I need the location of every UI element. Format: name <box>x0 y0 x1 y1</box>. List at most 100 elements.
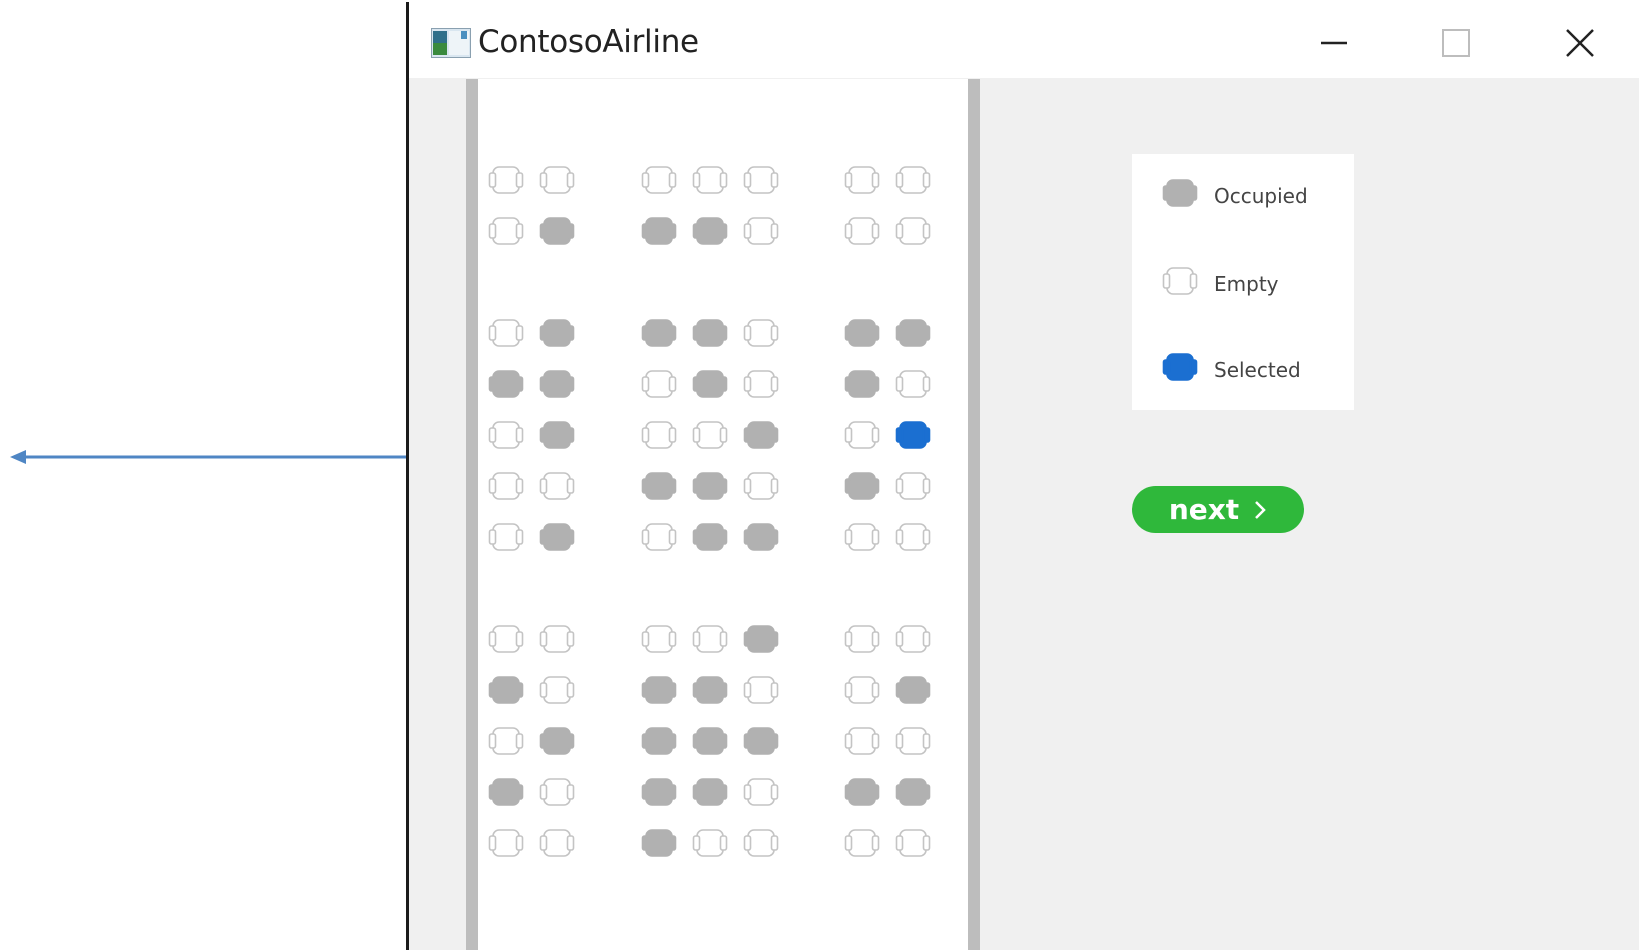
maximize-button[interactable] <box>1426 18 1486 68</box>
seat-empty[interactable] <box>539 471 575 501</box>
seat-occupied[interactable] <box>692 318 728 348</box>
seat-empty[interactable] <box>844 675 880 705</box>
seat-occupied[interactable] <box>641 675 677 705</box>
seat-occupied[interactable] <box>488 675 524 705</box>
seat-occupied[interactable] <box>488 777 524 807</box>
seat-empty[interactable] <box>692 624 728 654</box>
seat-occupied[interactable] <box>895 675 931 705</box>
seat-occupied[interactable] <box>692 216 728 246</box>
seat-empty[interactable] <box>743 828 779 858</box>
seat-empty[interactable] <box>539 624 575 654</box>
seat-occupied[interactable] <box>692 471 728 501</box>
legend-item-empty: Empty <box>1162 266 1279 301</box>
seat-occupied[interactable] <box>895 777 931 807</box>
seat-empty[interactable] <box>895 216 931 246</box>
seat-occupied[interactable] <box>743 420 779 450</box>
seat-occupied[interactable] <box>743 522 779 552</box>
seat-occupied[interactable] <box>539 216 575 246</box>
seat-empty[interactable] <box>488 420 524 450</box>
seat-occupied[interactable] <box>641 318 677 348</box>
seat-empty[interactable] <box>539 777 575 807</box>
seat-empty[interactable] <box>488 624 524 654</box>
seat-empty[interactable] <box>743 216 779 246</box>
seat-empty[interactable] <box>844 624 880 654</box>
seat-empty[interactable] <box>743 369 779 399</box>
seat-empty[interactable] <box>743 165 779 195</box>
seat-empty[interactable] <box>641 624 677 654</box>
seat-occupied[interactable] <box>692 675 728 705</box>
seat-empty[interactable] <box>844 522 880 552</box>
seat-empty[interactable] <box>641 420 677 450</box>
seat-occupied[interactable] <box>844 471 880 501</box>
close-button[interactable] <box>1550 18 1610 68</box>
seat-empty[interactable] <box>488 471 524 501</box>
seat-empty[interactable] <box>844 216 880 246</box>
seat-occupied[interactable] <box>692 369 728 399</box>
seat-empty[interactable] <box>641 369 677 399</box>
seat-empty[interactable] <box>844 165 880 195</box>
seat-empty[interactable] <box>488 318 524 348</box>
selected-seat-icon <box>1162 352 1198 387</box>
legend-label-empty: Empty <box>1214 271 1279 296</box>
seat-occupied[interactable] <box>488 369 524 399</box>
seat-occupied[interactable] <box>743 624 779 654</box>
title-bar: ContosoAirline <box>409 2 1639 78</box>
seat-occupied[interactable] <box>844 318 880 348</box>
seat-empty[interactable] <box>692 165 728 195</box>
seat-empty[interactable] <box>539 828 575 858</box>
seat-occupied[interactable] <box>539 369 575 399</box>
legend-label-occupied: Occupied <box>1214 183 1308 208</box>
seat-empty[interactable] <box>895 624 931 654</box>
seat-empty[interactable] <box>488 165 524 195</box>
seat-empty[interactable] <box>743 471 779 501</box>
seat-occupied[interactable] <box>641 471 677 501</box>
seat-empty[interactable] <box>641 522 677 552</box>
seat-occupied[interactable] <box>895 318 931 348</box>
seat-empty[interactable] <box>692 828 728 858</box>
next-button[interactable]: next <box>1132 486 1304 533</box>
seat-occupied[interactable] <box>844 369 880 399</box>
seat-empty[interactable] <box>641 165 677 195</box>
seat-occupied[interactable] <box>692 726 728 756</box>
seat-occupied[interactable] <box>692 522 728 552</box>
seat-occupied[interactable] <box>743 726 779 756</box>
seat-occupied[interactable] <box>641 828 677 858</box>
seat-selected[interactable] <box>895 420 931 450</box>
close-icon <box>1566 29 1594 57</box>
seat-empty[interactable] <box>743 777 779 807</box>
legend-label-selected: Selected <box>1214 357 1301 382</box>
seat-empty[interactable] <box>488 726 524 756</box>
seat-empty[interactable] <box>488 216 524 246</box>
seat-occupied[interactable] <box>539 522 575 552</box>
seat-occupied[interactable] <box>539 420 575 450</box>
seat-legend: Occupied Empty Selected <box>1132 154 1354 410</box>
seat-empty[interactable] <box>488 522 524 552</box>
seat-occupied[interactable] <box>539 318 575 348</box>
occupied-seat-icon <box>1162 178 1198 213</box>
seat-empty[interactable] <box>692 420 728 450</box>
seat-empty[interactable] <box>539 165 575 195</box>
seat-empty[interactable] <box>895 726 931 756</box>
seat-occupied[interactable] <box>641 216 677 246</box>
seat-occupied[interactable] <box>692 777 728 807</box>
seat-empty[interactable] <box>895 471 931 501</box>
seat-occupied[interactable] <box>641 777 677 807</box>
seat-empty[interactable] <box>895 828 931 858</box>
minimize-icon <box>1321 41 1347 45</box>
seat-occupied[interactable] <box>844 777 880 807</box>
seat-empty[interactable] <box>844 420 880 450</box>
minimize-button[interactable] <box>1304 18 1364 68</box>
seat-empty[interactable] <box>844 828 880 858</box>
seat-empty[interactable] <box>895 165 931 195</box>
seat-empty[interactable] <box>488 828 524 858</box>
seat-empty[interactable] <box>895 369 931 399</box>
seat-occupied[interactable] <box>641 726 677 756</box>
seat-occupied[interactable] <box>539 726 575 756</box>
seat-empty[interactable] <box>743 675 779 705</box>
seat-empty[interactable] <box>844 726 880 756</box>
seat-empty[interactable] <box>539 675 575 705</box>
empty-seat-icon <box>1162 266 1198 301</box>
seat-empty[interactable] <box>895 522 931 552</box>
cabin-seat-map <box>466 79 980 950</box>
seat-empty[interactable] <box>743 318 779 348</box>
